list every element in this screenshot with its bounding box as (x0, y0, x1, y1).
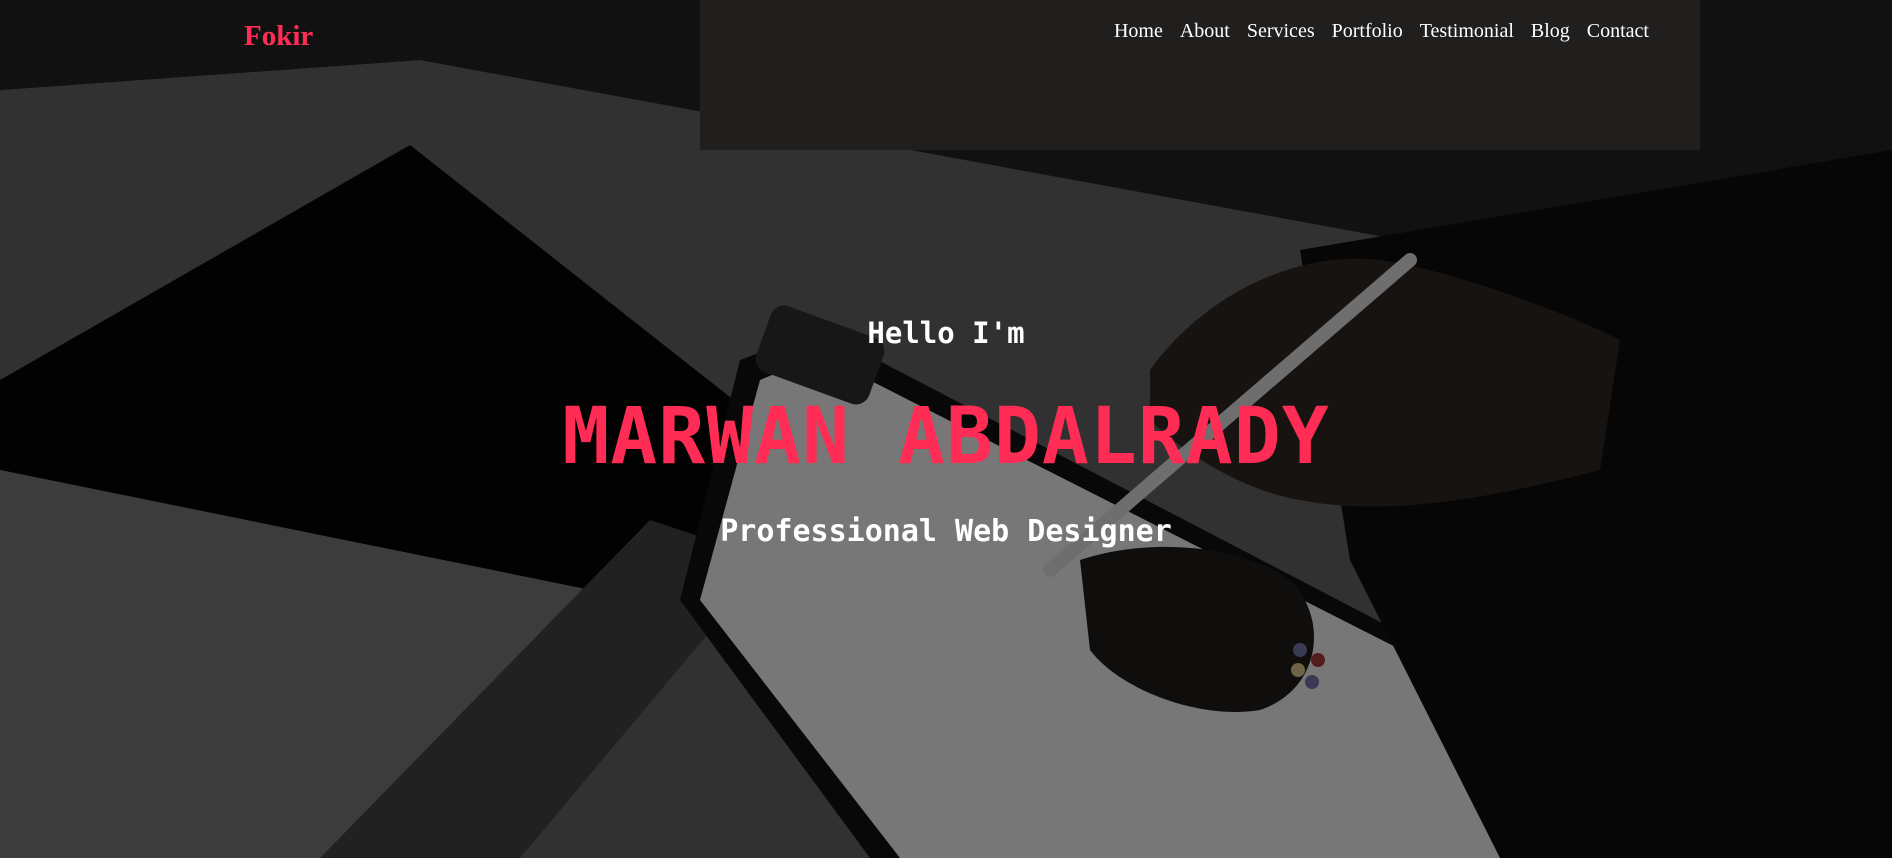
nav-link-blog[interactable]: Blog (1531, 20, 1570, 42)
nav-item-about: About (1180, 20, 1230, 43)
nav-item-home: Home (1114, 20, 1163, 43)
nav-menu: Home About Services Portfolio Testimonia… (1114, 20, 1649, 43)
nav-item-portfolio: Portfolio (1332, 20, 1403, 43)
nav-link-about[interactable]: About (1180, 20, 1230, 42)
hero-role: Professional Web Designer (720, 514, 1172, 549)
nav-link-home[interactable]: Home (1114, 20, 1163, 42)
nav-item-blog: Blog (1531, 20, 1570, 43)
nav-link-portfolio[interactable]: Portfolio (1332, 20, 1403, 42)
nav-link-services[interactable]: Services (1247, 20, 1315, 42)
hero-section: Fokir Home About Services Portfolio Test… (0, 0, 1892, 858)
nav-link-contact[interactable]: Contact (1587, 20, 1649, 42)
top-navbar: Fokir Home About Services Portfolio Test… (0, 0, 1892, 70)
hero-name: MARWAN ABDALRADY (562, 392, 1330, 482)
nav-item-contact: Contact (1587, 20, 1649, 43)
brand-logo[interactable]: Fokir (244, 20, 313, 53)
nav-item-services: Services (1247, 20, 1315, 43)
nav-item-testimonial: Testimonial (1420, 20, 1514, 43)
hero-greeting: Hello I'm (867, 316, 1025, 350)
nav-link-testimonial[interactable]: Testimonial (1420, 20, 1514, 42)
